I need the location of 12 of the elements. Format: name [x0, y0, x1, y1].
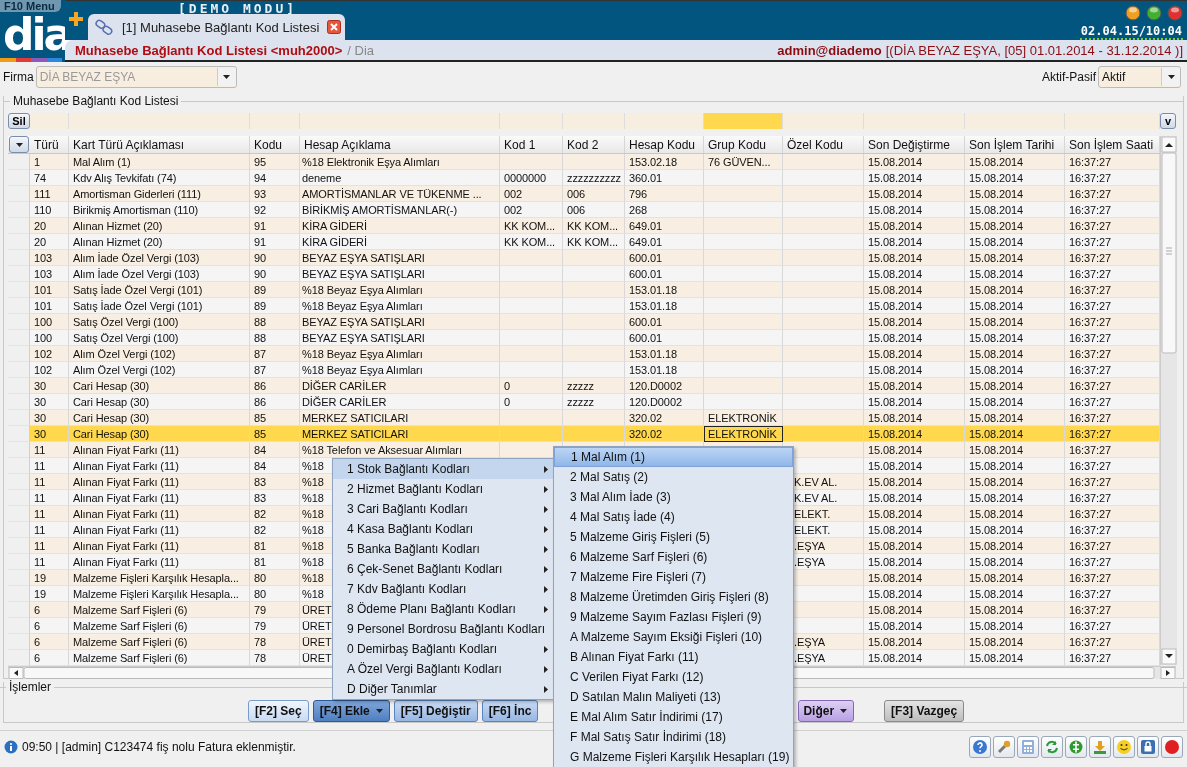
- field-label: Aktif-Pasif: [1042, 70, 1096, 84]
- company-period: [(DİA BEYAZ EŞYA, [05] 01.01.2014 - 31.12.2014 )]: [885, 42, 1183, 58]
- group-title: Muhasebe Bağlantı Kod Listesi: [12, 94, 180, 108]
- status-message: 09:50 | [admin] C123474 fiş nolu Fatura eklenmiştir.: [22, 740, 296, 754]
- field-label: Firma: [3, 70, 34, 84]
- mode-label: [DEMO MODU]: [178, 1, 298, 16]
- table-cell: ELEKTRONİK: [704, 410, 783, 426]
- group-title: İşlemler: [8, 680, 52, 694]
- user-name: admin@diademo: [777, 42, 882, 58]
- breadcrumb: / Dia: [347, 42, 375, 58]
- table-cell: ELEKTRONİK: [704, 426, 783, 442]
- page-title: Muhasebe Bağlantı Kod Listesi <muh2000>: [75, 42, 343, 58]
